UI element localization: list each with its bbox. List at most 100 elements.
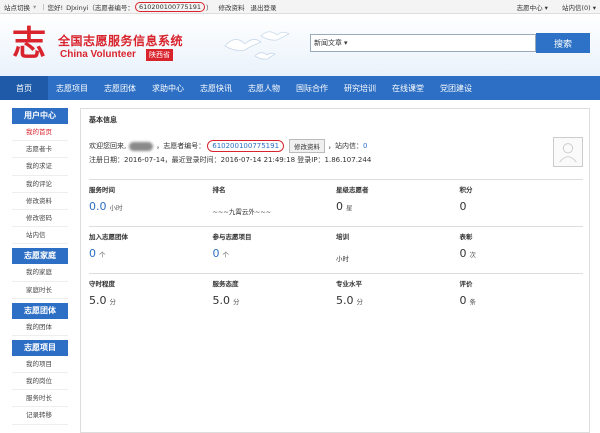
stat-unit: 星 [346,204,353,212]
search-button[interactable]: 搜索 [536,33,590,53]
sidebar-item-my-posts[interactable]: 我的岗位 [12,373,68,391]
stat-unit: 分 [356,298,364,306]
stat-service-time: 服务时间 0.0 小时 [89,180,213,224]
stat-label: 服务时间 [89,186,115,194]
stat-number: 0 [89,247,96,260]
nav-item-international[interactable]: 国际合作 [288,76,336,100]
top-bar: 站点切换 ▾ | 您好! DJxinyi（志愿者编号： 610200100775… [0,0,600,14]
main-content: 基本信息 欢迎您回来, ，志愿者编号： 610200100775191 修改资料… [80,108,590,433]
nav-item-news[interactable]: 志愿快讯 [192,76,240,100]
stat-value[interactable]: 0.0 小时 [89,200,123,213]
blurred-username [129,141,154,151]
sidebar-item-edit-profile[interactable]: 修改资料 [12,193,68,210]
stat-value: 0 [460,200,467,213]
sidebar-section-title: 志愿家庭 [12,248,68,265]
welcome-text: 欢迎您回来, [89,142,127,150]
stat-unit: 条 [469,298,477,306]
site-name-en: China Volunteer [60,49,136,60]
stat-number: 0 [336,200,343,213]
stat-label: 排名 [212,186,226,194]
nav-item-help[interactable]: 求助中心 [144,76,192,100]
stat-punctuality: 守时程度 5.0 分 [89,274,213,318]
site-header: 志 全国志愿服务信息系统 China Volunteer 陕西省 新闻文章 ▾ … [0,14,600,76]
welcome-line: 欢迎您回来, ，志愿者编号： 610200100775191 修改资料 ，站内信… [89,139,368,153]
stat-number: 5.0 [212,294,231,307]
sidebar-item-family-hours[interactable]: 家庭时长 [12,282,68,299]
sidebar-item-service-hours[interactable]: 服务时长 [12,390,68,408]
nav-item-groups[interactable]: 志愿团体 [96,76,144,100]
search-category-select[interactable]: 新闻文章 [314,38,342,48]
search-input[interactable]: 新闻文章 ▾ [310,34,536,52]
sidebar-item-record-transfer[interactable]: 记录转移 [12,407,68,425]
sidebar-section-title: 志愿团体 [12,302,68,319]
inbox-link[interactable]: 站内信(0) ▾ [562,2,596,12]
nav-item-party[interactable]: 党团建设 [432,76,480,100]
sidebar: 用户中心 我的首页 志愿者卡 我的求证 我的评论 修改资料 修改密码 站内信 志… [12,108,68,433]
stat-number: 5.0 [336,294,354,307]
stat-label: 培训 [336,233,349,241]
user-placeholder-icon [559,143,577,163]
stat-label: 守时程度 [89,280,115,288]
stat-value[interactable]: 0个 [89,247,106,260]
nav-item-home[interactable]: 首页 [0,76,48,100]
stats-row-2: 加入志愿团体 0个 参与志愿项目 0个 培训 小时 表彰 0次 [89,226,583,271]
nav-item-training[interactable]: 研究培训 [336,76,384,100]
stat-text: 小时 [336,255,349,263]
doves-icon [224,31,290,60]
stat-label: 参与志愿项目 [212,233,252,241]
stat-attitude: 服务态度 5.0 分 [213,274,337,318]
sidebar-item-my-comments[interactable]: 我的评论 [12,176,68,193]
sidebar-item-change-password[interactable]: 修改密码 [12,210,68,228]
stat-joined-projects: 参与志愿项目 0个 [213,227,337,271]
sidebar-item-volunteer-card[interactable]: 志愿者卡 [12,141,68,159]
stat-label: 服务态度 [212,280,239,288]
chevron-down-icon: ▾ [544,3,548,12]
topbar-edit-profile-link[interactable]: 修改资料 [218,2,244,12]
sidebar-item-inbox[interactable]: 站内信 [12,227,68,245]
greeting-text: 您好! [47,3,64,12]
volunteer-center-label: 志愿中心 [516,3,543,12]
stat-label: 专业水平 [336,280,362,288]
sidebar-item-my-home[interactable]: 我的首页 [12,124,68,142]
nav-item-online-class[interactable]: 在线课堂 [384,76,432,100]
stats-row-1: 服务时间 0.0 小时 排名 ~~~九霄云外~~~ 星级志愿者 0星 积分 0 [89,179,583,224]
stat-unit: 次 [469,251,477,259]
chevron-down-icon[interactable]: ▾ [33,3,36,11]
sidebar-item-my-projects[interactable]: 我的项目 [12,356,68,374]
sidebar-item-my-verification[interactable]: 我的求证 [12,158,68,176]
stat-value: 0星 [336,200,353,213]
stat-number: 0 [459,247,467,260]
sidebar-item-my-group[interactable]: 我的团体 [12,319,68,336]
edit-profile-button[interactable]: 修改资料 [289,139,326,153]
stat-value: 5.0 分 [336,294,363,307]
topbar-volunteer-id: 610200100775191 [134,1,205,12]
chevron-down-icon: ▾ [344,39,348,47]
nav-item-people[interactable]: 志愿人物 [240,76,288,100]
stat-unit: 小时 [109,204,123,212]
volunteer-center-link[interactable]: 志愿中心 ▾ [517,2,548,12]
sidebar-item-my-family[interactable]: 我的家庭 [12,264,68,282]
site-switch-link[interactable]: 站点切换 [4,2,30,12]
stat-value[interactable]: 0个 [213,247,230,260]
basic-info-title: 基本信息 [89,116,117,124]
stat-professionalism: 专业水平 5.0 分 [336,274,460,318]
stat-star-level: 星级志愿者 0星 [336,180,460,224]
logout-link[interactable]: 退出登录 [250,2,276,12]
stat-value: 5.0 分 [213,294,240,307]
logo-icon[interactable]: 志 [12,24,52,64]
volunteer-id-value: 610200100775191 [207,140,285,152]
province-badge: 陕西省 [146,49,173,61]
topbar-right: 志愿中心 ▾ 站内信(0) ▾ [517,2,596,12]
site-name-cn: 全国志愿服务信息系统 [58,34,184,48]
nav-item-projects[interactable]: 志愿项目 [48,76,96,100]
main-nav: 首页 志愿项目 志愿团体 求助中心 志愿快讯 志愿人物 国际合作 研究培训 在线… [0,76,600,100]
avatar[interactable] [553,137,583,167]
stat-number: 0 [212,247,220,260]
chevron-down-icon: ▾ [592,3,596,12]
sidebar-section-title: 志愿项目 [12,339,68,356]
stat-number: 0.0 [89,200,107,213]
stat-commendations: 表彰 0次 [460,227,584,271]
stat-label: 积分 [459,186,473,194]
inbox-count-link[interactable]: 0 [363,142,367,150]
user-name-text: DJxinyi（志愿者编号： [66,3,134,12]
